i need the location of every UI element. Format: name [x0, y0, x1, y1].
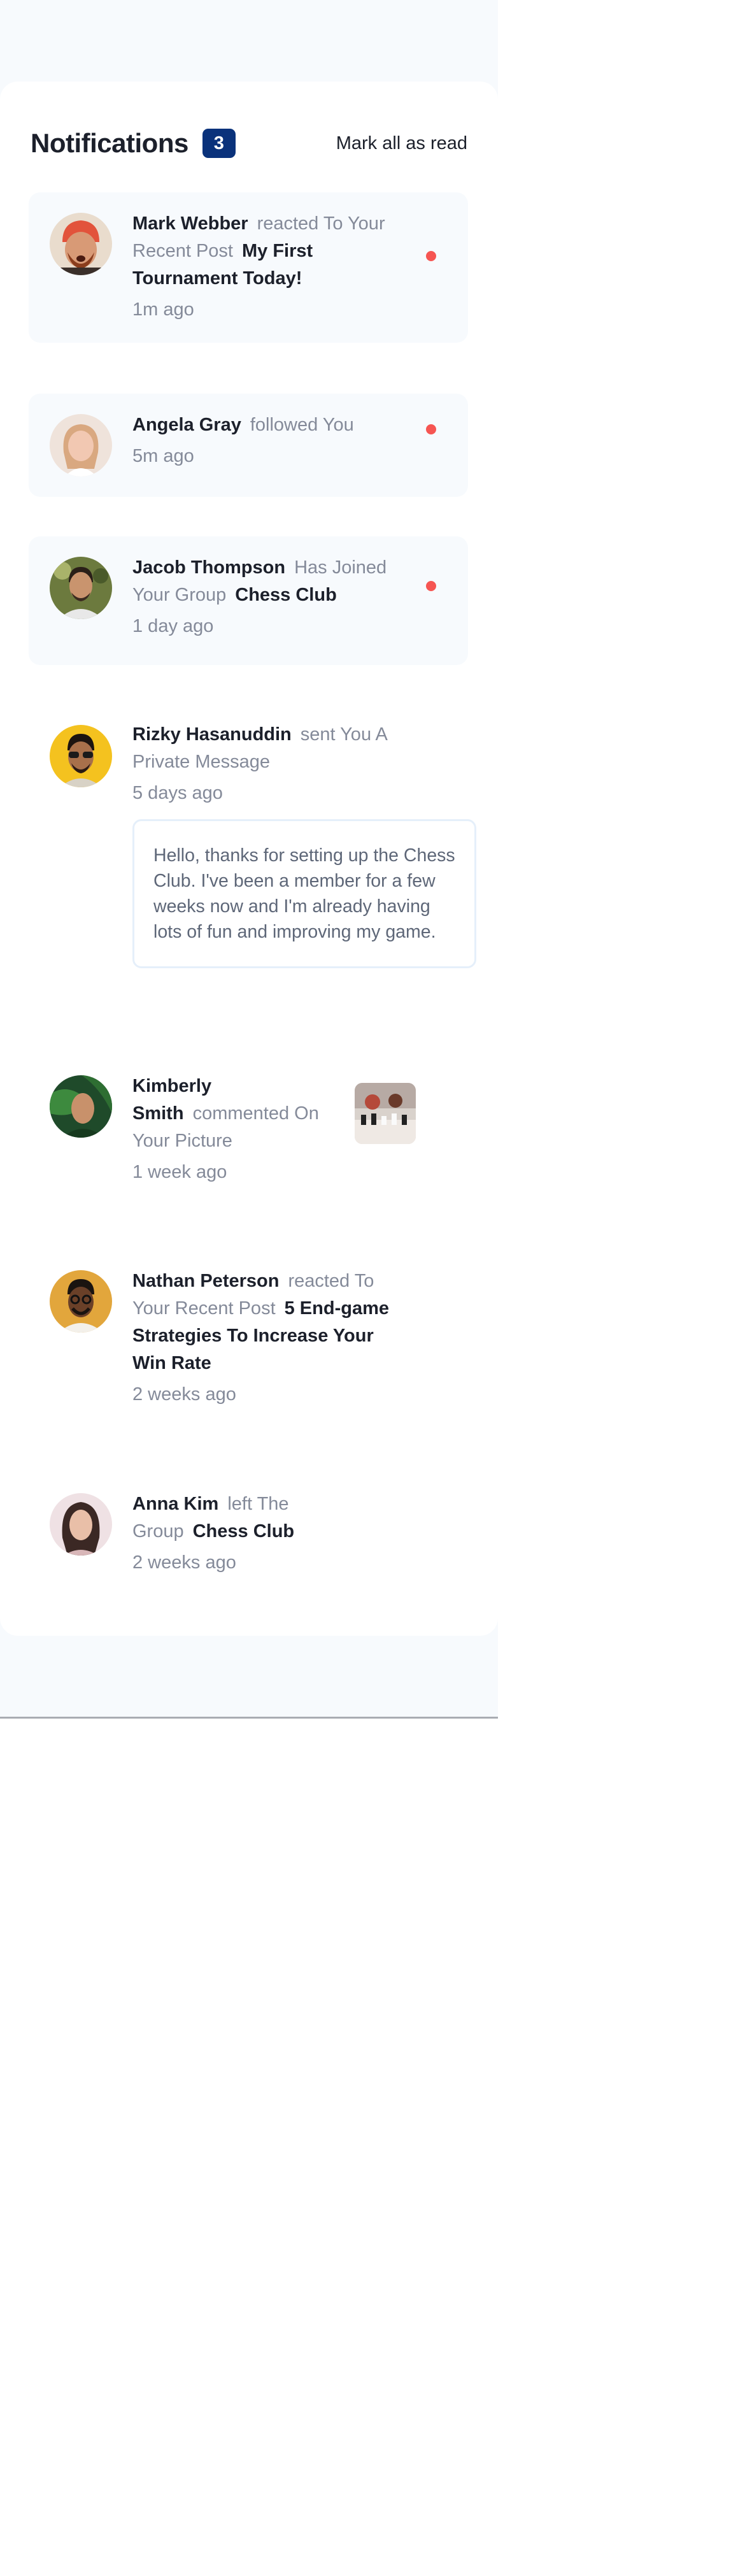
notification-time: 2 weeks ago: [132, 1384, 236, 1405]
notification-time: 5m ago: [132, 446, 194, 466]
notification-author[interactable]: Nathan Peterson: [132, 1271, 279, 1291]
notification-author[interactable]: Anna Kim: [132, 1494, 218, 1514]
notification-target-link[interactable]: Chess Club: [193, 1521, 295, 1542]
notification-target-link[interactable]: Chess Club: [235, 585, 337, 605]
notification-text: Angela Gray followed You 5m ago: [132, 411, 406, 470]
notification-text: Anna Kim left The Group Chess Club 2 weeks…: [132, 1491, 323, 1577]
notification-item[interactable]: Rizky Hasanuddin sent You A Private Messa…: [29, 705, 476, 1004]
notification-item[interactable]: Angela Gray followed You 5m ago: [29, 394, 468, 497]
unread-dot: [426, 581, 436, 591]
notification-author[interactable]: Rizky Hasanuddin: [132, 724, 292, 745]
avatar-anna-kim-icon: [50, 1493, 112, 1556]
avatar-jacob-thompson-icon: [50, 557, 112, 619]
notification-time: 2 weeks ago: [132, 1552, 236, 1573]
notification-text: Nathan Peterson reacted To Your Recent Po…: [132, 1268, 406, 1408]
notification-time: 1 day ago: [132, 616, 214, 636]
private-message-preview[interactable]: Hello, thanks for setting up the Chess C…: [132, 819, 476, 968]
mark-all-as-read-button[interactable]: Mark all as read: [336, 133, 467, 154]
notifications-header: Notifications 3 Mark all as read: [31, 127, 467, 159]
notification-text: Mark Webber reacted To Your Recent Post My…: [132, 210, 406, 324]
notification-item[interactable]: Jacob Thompson Has Joined Your Group Chess…: [29, 536, 468, 665]
notification-action: followed You: [250, 415, 354, 435]
notification-item[interactable]: Kimberly Smith commented On Your Picture …: [29, 1055, 468, 1212]
avatar-mark-webber-icon: [50, 213, 112, 275]
notification-text: Kimberly Smith commented On Your Picture …: [132, 1073, 343, 1186]
notification-item[interactable]: Mark Webber reacted To Your Recent Post My…: [29, 192, 468, 343]
avatar-rizky-hasanuddin-icon: [50, 725, 112, 787]
unread-count-badge: 3: [202, 129, 236, 158]
notification-author[interactable]: Jacob Thompson: [132, 557, 285, 578]
notification-text: Jacob Thompson Has Joined Your Group Chess…: [132, 554, 406, 640]
notification-text: Rizky Hasanuddin sent You A Private Messa…: [132, 721, 406, 807]
page-title: Notifications: [31, 128, 188, 158]
avatar-nathan-peterson-icon: [50, 1270, 112, 1333]
notification-author[interactable]: Angela Gray: [132, 415, 241, 435]
notification-item[interactable]: Nathan Peterson reacted To Your Recent Po…: [29, 1250, 468, 1429]
notification-item[interactable]: Anna Kim left The Group Chess Club 2 weeks…: [29, 1473, 468, 1587]
notification-time: 1m ago: [132, 299, 194, 320]
avatar-angela-gray-icon: [50, 414, 112, 476]
page-background: Notifications 3 Mark all as read Mark We…: [0, 0, 498, 1719]
unread-dot: [426, 424, 436, 434]
notification-time: 1 week ago: [132, 1162, 227, 1182]
chess-picture-thumbnail[interactable]: [355, 1083, 416, 1144]
notification-author[interactable]: Mark Webber: [132, 213, 248, 234]
avatar-kimberly-smith-icon: [50, 1075, 112, 1138]
unread-dot: [426, 251, 436, 261]
notification-time: 5 days ago: [132, 783, 223, 803]
